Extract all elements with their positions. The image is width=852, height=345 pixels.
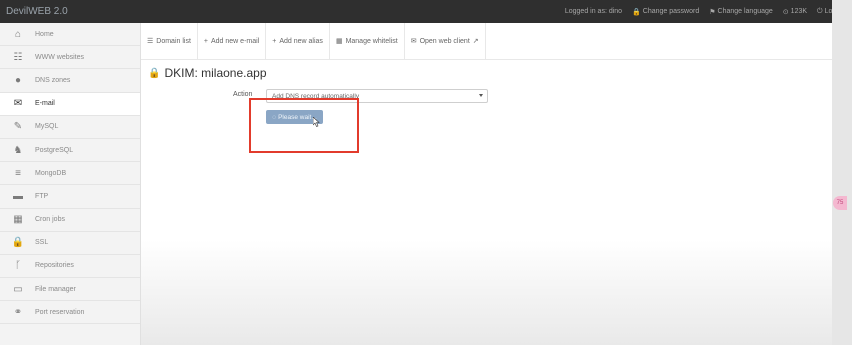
domain-list-link[interactable]: ☰ Domain list (141, 22, 198, 60)
open-web-client-link[interactable]: ✉ Open web client ↗ (405, 22, 486, 60)
top-bar: DevilWEB 2.0 Logged in as: dino 🔒 Change… (0, 0, 852, 23)
envelope-icon: ✉ (13, 98, 23, 110)
sidebar-item-dns-zones[interactable]: ● DNS zones (0, 69, 140, 93)
sidebar-item-ftp[interactable]: ▬ FTP (0, 185, 140, 209)
change-language-link[interactable]: ⚑ Change language (709, 8, 773, 16)
folder-icon: ▬ (13, 190, 23, 202)
info-icon: ⊙ (782, 8, 789, 16)
folder-open-icon: ▭ (13, 283, 23, 295)
sidebar-item-label: File manager (35, 285, 76, 293)
window-edge (832, 0, 852, 345)
sidebar-item-label: Port reservation (35, 308, 85, 316)
calendar-icon: ▦ (335, 38, 343, 45)
sidebar-item-label: Repositories (35, 262, 74, 270)
plus-icon: + (272, 37, 277, 45)
sidebar-item-repositories[interactable]: ᚴ Repositories (0, 255, 140, 279)
mouse-cursor-icon (313, 117, 320, 127)
screen: DevilWEB 2.0 Logged in as: dino 🔒 Change… (0, 0, 852, 345)
lock-icon: 🔒 (148, 67, 161, 79)
elephant-icon: ♞ (13, 144, 23, 156)
sidebar-item-label: MySQL (35, 123, 59, 131)
sidebar-item-label: FTP (35, 192, 49, 200)
sidebar-item-label: PostgreSQL (35, 146, 74, 154)
sidebar: ⌂ Home ☷ WWW websites ● DNS zones ✉ E-mail ✎… (0, 23, 141, 345)
list-icon: ☰ (147, 38, 154, 45)
add-new-alias-label: Add new alias (279, 37, 323, 45)
sidebar-item-port-reservation[interactable]: ⚭ Port reservation (0, 301, 140, 325)
sidebar-item-label: E-mail (35, 100, 55, 108)
lock-icon: 🔒 (632, 8, 641, 16)
top-nav: Logged in as: dino 🔒 Change password ⚑ C… (565, 8, 846, 16)
logged-in-status: Logged in as: dino (564, 8, 623, 15)
add-new-alias-link[interactable]: + Add new alias (266, 22, 330, 60)
sidebar-item-mongodb[interactable]: ≡ MongoDB (0, 162, 140, 186)
sidebar-item-label: Home (35, 30, 54, 38)
sidebar-item-postgresql[interactable]: ♞ PostgreSQL (0, 139, 140, 163)
domain-list-label: Domain list (156, 37, 191, 45)
grid-icon: ☷ (13, 51, 23, 63)
database-icon: ≡ (15, 167, 21, 179)
sidebar-item-mysql[interactable]: ✎ MySQL (0, 116, 140, 139)
info-link[interactable]: ⊙ 123K (783, 8, 807, 16)
external-link-icon: ↗ (472, 38, 479, 45)
info-label: 123K (790, 8, 808, 15)
page-title: 🔒 DKIM: milaone.app (148, 66, 267, 80)
email-subnav: ☰ Domain list + Add new e-mail + Add new al… (141, 22, 832, 60)
sidebar-item-file-manager[interactable]: ▭ File manager (0, 278, 140, 302)
branch-icon: ᚴ (15, 260, 21, 272)
manage-whitelist-label: Manage whitelist (345, 37, 398, 45)
sidebar-item-ssl[interactable]: 🔒 SSL (0, 232, 140, 255)
globe-icon: ● (14, 74, 22, 86)
side-badge[interactable]: 75 (833, 196, 847, 210)
power-icon: ⏻ (817, 7, 823, 15)
sidebar-item-label: Cron jobs (35, 216, 65, 224)
add-new-email-label: Add new e-mail (211, 37, 260, 45)
feather-icon: ✎ (13, 121, 23, 133)
plus-icon: + (203, 37, 208, 45)
sidebar-item-email[interactable]: ✉ E-mail (0, 92, 140, 116)
sidebar-item-label: MongoDB (35, 169, 67, 177)
page-title-text: DKIM: milaone.app (164, 66, 267, 80)
sidebar-item-label: SSL (35, 239, 49, 247)
action-label: Action (233, 91, 253, 98)
sidebar-item-cron-jobs[interactable]: ▦ Cron jobs (0, 209, 140, 232)
change-password-label: Change password (642, 8, 700, 15)
lock-icon: 🔒 (11, 237, 25, 249)
sidebar-item-www-websites[interactable]: ☷ WWW websites (0, 46, 140, 70)
highlight-box (249, 98, 359, 153)
add-new-email-link[interactable]: + Add new e-mail (198, 22, 267, 60)
brand-logo[interactable]: DevilWEB 2.0 (6, 6, 68, 17)
manage-whitelist-link[interactable]: ▦ Manage whitelist (330, 22, 405, 60)
open-web-client-label: Open web client (419, 37, 470, 45)
sidebar-item-label: WWW websites (35, 53, 84, 61)
envelope-icon: ✉ (410, 38, 417, 45)
sidebar-item-home[interactable]: ⌂ Home (0, 23, 140, 47)
change-password-link[interactable]: 🔒 Change password (632, 8, 699, 16)
link-icon: ⚭ (13, 306, 23, 318)
flag-icon: ⚑ (709, 8, 716, 16)
home-icon: ⌂ (14, 28, 22, 40)
caret-down-icon (479, 94, 483, 97)
sidebar-item-label: DNS zones (35, 76, 71, 84)
bottom-shade (141, 240, 832, 345)
calendar-icon: ▦ (13, 214, 23, 226)
change-language-label: Change language (717, 8, 773, 15)
